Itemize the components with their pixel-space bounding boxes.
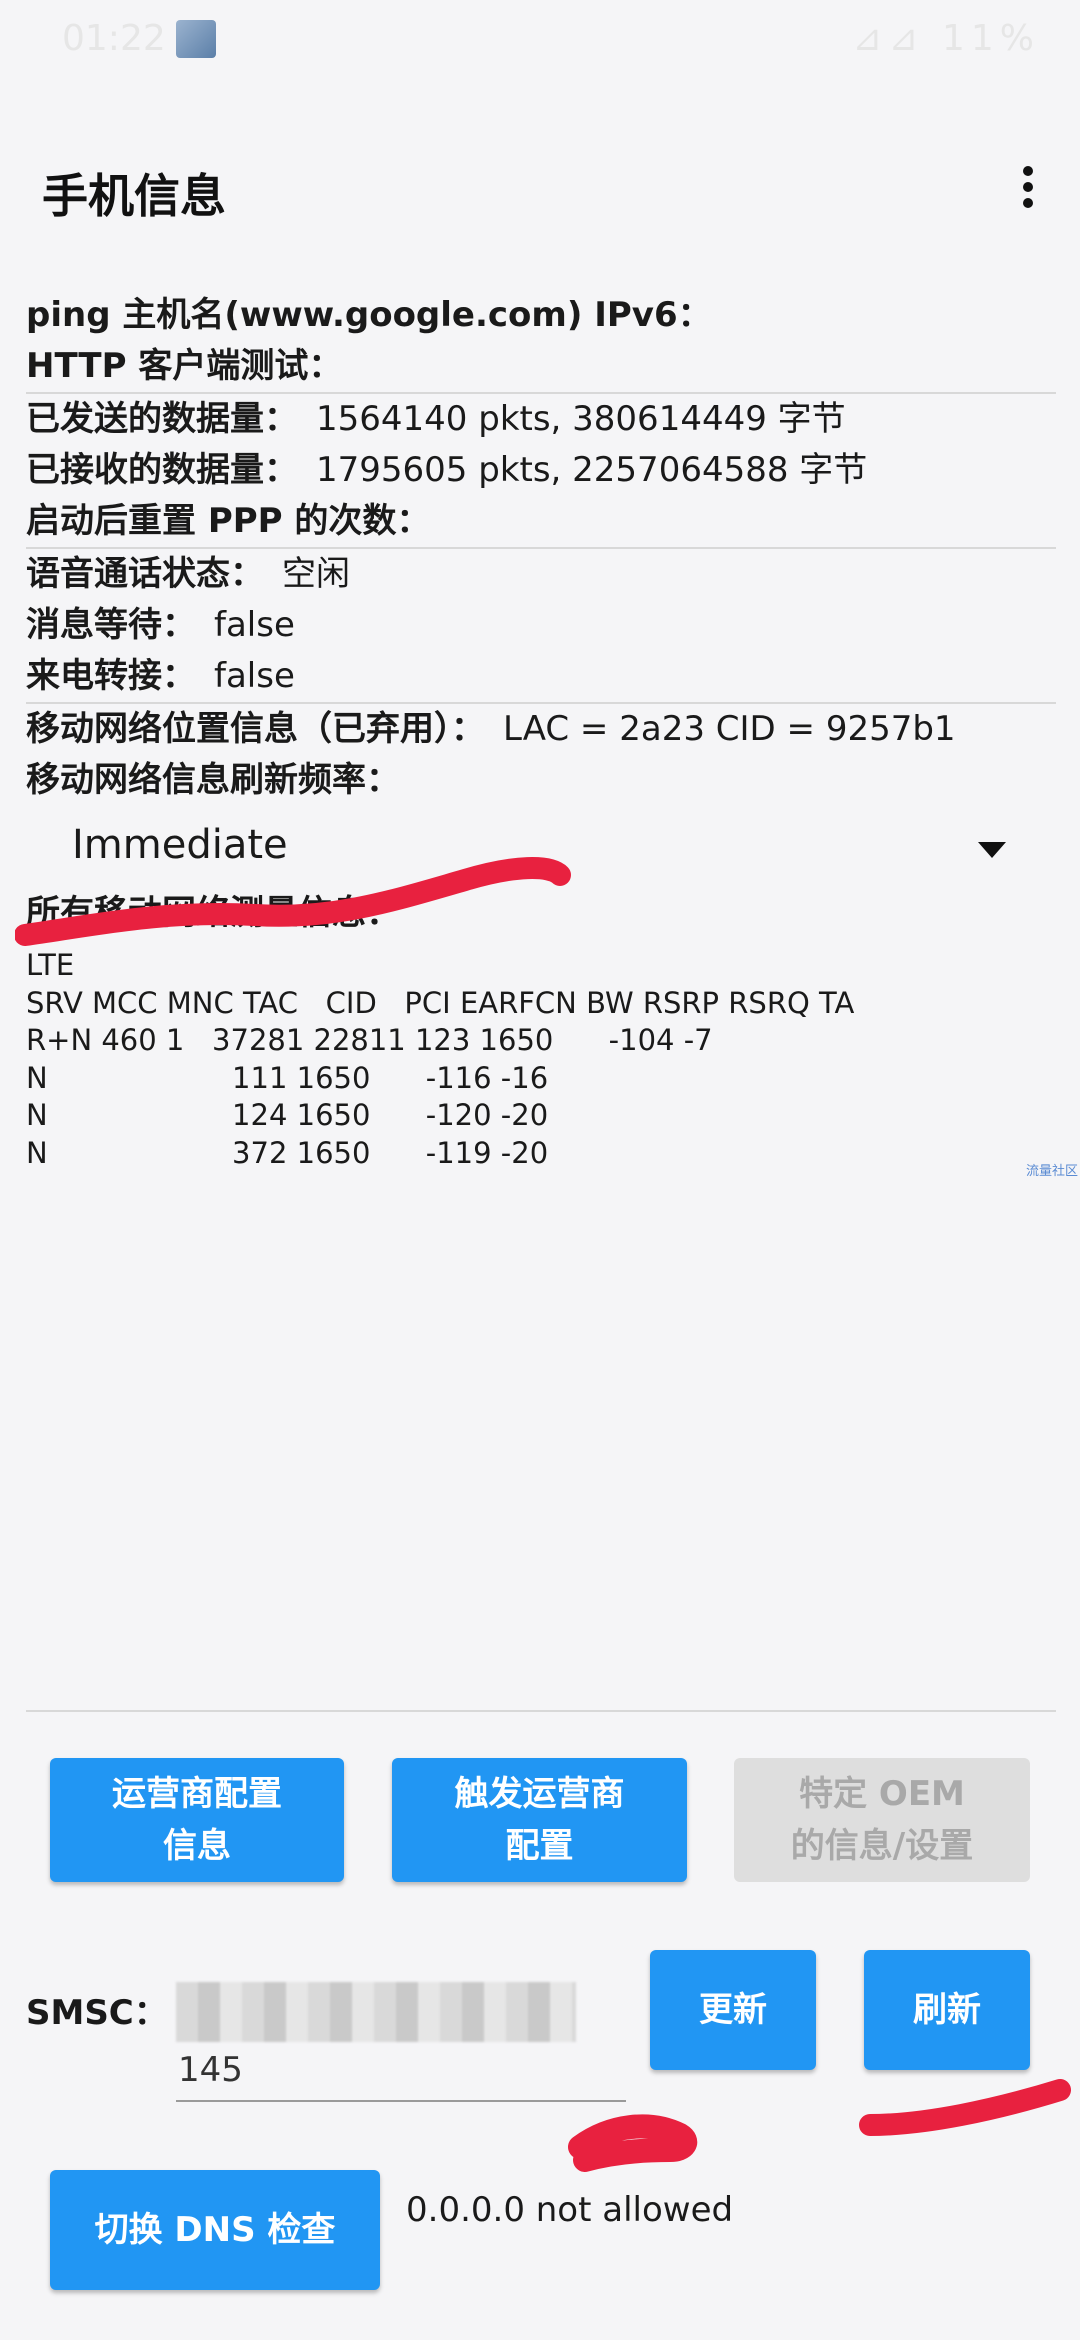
message-waiting-row: 消息等待： false [26, 600, 1056, 651]
message-waiting-value: false [214, 605, 295, 645]
red-scribble-mark [859, 2079, 1071, 2136]
data-received-value: 1795605 pkts, 2257064588 字节 [316, 450, 868, 490]
trigger-carrier-config-button[interactable]: 触发运营商 配置 [392, 1758, 687, 1882]
cell-location-value: LAC = 2a23 CID = 9257b1 [503, 709, 956, 749]
refresh-rate-row: 移动网络信息刷新频率： [26, 755, 1056, 806]
http-test-label: HTTP 客户端测试： [26, 346, 343, 386]
smsc-label: SMSC： [26, 1993, 168, 2033]
oem-info-settings-button: 特定 OEM 的信息/设置 [734, 1758, 1030, 1882]
data-sent-label: 已发送的数据量： [26, 399, 298, 439]
table-row: R+N 460 1 37281 22811 123 1650 -104 -7 [26, 1023, 713, 1057]
table-row: N 111 1650 -116 -16 [26, 1060, 549, 1095]
update-button[interactable]: 更新 [650, 1950, 816, 2070]
cell-tech: LTE [26, 948, 75, 982]
gallery-notification-icon [176, 20, 216, 58]
voice-call-value: 空闲 [282, 554, 350, 594]
toggle-dns-check-button[interactable]: 切换 DNS 检查 [50, 2170, 380, 2290]
cell-location-label: 移动网络位置信息（已弃用）： [26, 709, 485, 749]
data-sent-value: 1564140 pkts, 380614449 字节 [316, 399, 846, 439]
refresh-rate-label: 移动网络信息刷新频率： [26, 760, 400, 800]
http-test-row: HTTP 客户端测试： [26, 341, 1056, 392]
dropdown-arrow-icon [978, 842, 1006, 858]
carrier-config-info-button[interactable]: 运营商配置 信息 [50, 1758, 344, 1882]
status-bar: 01:22 ⊿⊿ 11% [0, 0, 1080, 80]
more-options-icon[interactable] [998, 160, 1058, 220]
smsc-input[interactable]: 145 [176, 1970, 626, 2102]
ppp-reset-label: 启动后重置 PPP 的次数： [26, 501, 431, 541]
ppp-reset-row: 启动后重置 PPP 的次数： [26, 496, 1056, 547]
call-forward-value: false [214, 656, 295, 696]
data-received-label: 已接收的数据量： [26, 450, 298, 490]
call-forward-row: 来电转接： false [26, 651, 1056, 702]
ping-ipv6-label: ping 主机名(www.google.com) IPv6： [26, 295, 712, 335]
battery-level: 11% [941, 18, 1040, 59]
voice-call-label: 语音通话状态： [26, 554, 264, 594]
cell-location-row: 移动网络位置信息（已弃用）： LAC = 2a23 CID = 9257b1 [26, 704, 1056, 755]
app-bar: 手机信息 [0, 120, 1080, 260]
ping-ipv6-row: ping 主机名(www.google.com) IPv6： [26, 290, 1056, 341]
cell-table-header: SRV MCC MNC TAC CID PCI EARFCN BW RSRP R… [26, 985, 855, 1020]
voice-call-row: 语音通话状态： 空闲 [26, 549, 1056, 600]
red-scribble-mark [568, 2114, 698, 2172]
message-waiting-label: 消息等待： [26, 605, 196, 645]
data-received-row: 已接收的数据量： 1795605 pkts, 2257064588 字节 [26, 445, 1056, 496]
table-row: N 372 1650 -119 -20 [26, 1135, 549, 1170]
signal-icon: ⊿⊿ [852, 18, 925, 59]
table-row: N 124 1650 -120 -20 [26, 1098, 549, 1132]
dns-status-text: 0.0.0.0 not allowed [406, 2190, 734, 2230]
page-title: 手机信息 [42, 169, 226, 223]
red-scribble-mark [15, 857, 571, 946]
smsc-value-tail: 145 [178, 2050, 243, 2090]
refresh-button[interactable]: 刷新 [864, 1950, 1030, 2070]
cell-info-table: LTE SRV MCC MNC TAC CID PCI EARFCN BW RSR… [26, 947, 1056, 1172]
watermark: 流量社区 [1025, 1164, 1078, 1179]
bottom-divider [26, 1710, 1056, 1712]
phone-info-content: ping 主机名(www.google.com) IPv6： HTTP 客户端测… [26, 290, 1056, 1172]
data-sent-row: 已发送的数据量： 1564140 pkts, 380614449 字节 [26, 394, 1056, 445]
call-forward-label: 来电转接： [26, 656, 196, 696]
status-icons: ⊿⊿ 11% [852, 18, 1040, 59]
pixelated-redaction [176, 1982, 576, 2042]
status-time: 01:22 [62, 18, 166, 59]
